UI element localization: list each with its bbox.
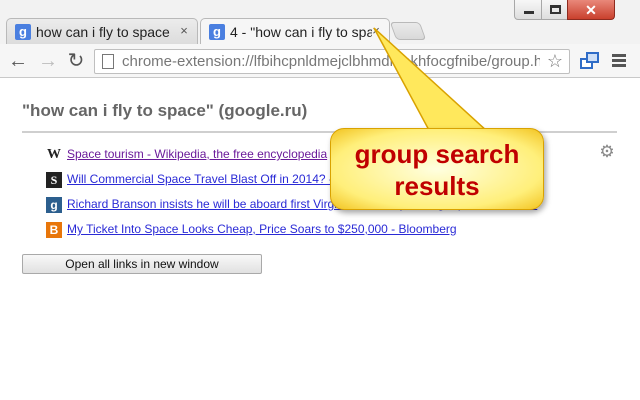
callout-annotation: group search results bbox=[330, 128, 544, 210]
bloomberg-icon: B bbox=[46, 222, 62, 238]
back-arrow-icon[interactable]: ← bbox=[8, 50, 28, 72]
result-link[interactable]: My Ticket Into Space Looks Cheap, Price … bbox=[67, 222, 457, 236]
chrome-menu-icon[interactable] bbox=[612, 54, 626, 68]
maximize-button[interactable] bbox=[541, 0, 568, 20]
browser-window: g how can i fly to space × g 4 - "how ca… bbox=[0, 0, 640, 400]
list-item: B My Ticket Into Space Looks Cheap, Pric… bbox=[46, 220, 616, 245]
minimize-icon bbox=[524, 11, 534, 14]
result-link[interactable]: Space tourism - Wikipedia, the free ency… bbox=[67, 147, 327, 161]
tab-strip: g how can i fly to space × g 4 - "how ca… bbox=[0, 0, 640, 44]
forward-arrow-icon[interactable]: → bbox=[38, 50, 58, 72]
tab-search-results[interactable]: g how can i fly to space × bbox=[6, 18, 198, 44]
slate-icon: S bbox=[46, 172, 62, 188]
callout-text: group search bbox=[354, 139, 520, 169]
page-icon bbox=[102, 54, 114, 69]
maximize-icon bbox=[550, 5, 561, 14]
wikipedia-icon: W bbox=[47, 147, 61, 162]
close-window-button[interactable]: ✕ bbox=[567, 0, 615, 20]
group-title: "how can i fly to space" (google.ru) bbox=[22, 101, 308, 120]
result-link[interactable]: Will Commercial Space Travel Blast Off i… bbox=[67, 172, 364, 186]
browser-toolbar: ← → ↻ chrome-extension://lfbihcpnldmejcl… bbox=[0, 44, 640, 78]
google-favicon-icon: g bbox=[15, 24, 31, 40]
tab-title: how can i fly to space bbox=[36, 24, 170, 40]
guardian-icon: g bbox=[46, 197, 62, 213]
google-favicon-icon: g bbox=[209, 24, 225, 40]
callout-text: results bbox=[394, 171, 480, 201]
extension-icon[interactable] bbox=[580, 52, 600, 70]
page-content: "how can i fly to space" (google.ru) ⚙ W… bbox=[0, 79, 640, 400]
open-all-links-button[interactable]: Open all links in new window bbox=[22, 254, 262, 274]
close-icon: ✕ bbox=[585, 2, 597, 18]
tab-title: 4 - "how can i fly to space" bbox=[230, 24, 372, 40]
tab-close-icon[interactable]: × bbox=[177, 23, 191, 39]
bookmark-star-icon[interactable]: ☆ bbox=[545, 51, 565, 72]
minimize-button[interactable] bbox=[514, 0, 542, 20]
reload-icon[interactable]: ↻ bbox=[66, 50, 86, 72]
